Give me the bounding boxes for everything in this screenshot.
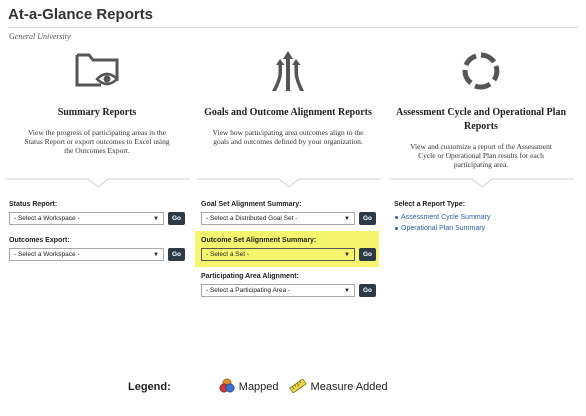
goal-set-label: Goal Set Alignment Summary: (201, 201, 302, 208)
participating-area-label: Participating Area Alignment: (201, 273, 299, 280)
summary-reports-card: Summary Reports View the progress of par… (8, 50, 186, 155)
alignment-reports-card: Goals and Outcome Alignment Reports View… (199, 50, 377, 146)
legend-item-label: Measure Added (310, 381, 388, 393)
status-report-go-button[interactable]: Go (168, 212, 185, 225)
outcome-set-select[interactable]: - Select a Set - ▼ (201, 248, 355, 261)
mapped-icon (219, 378, 235, 396)
participating-area-select[interactable]: - Select a Participating Area - ▼ (201, 284, 355, 297)
outcomes-export-go-button[interactable]: Go (168, 248, 185, 261)
ruler-icon (288, 377, 307, 396)
card-title: Goals and Outcome Alignment Reports (204, 107, 372, 118)
outcomes-export-controls: Outcomes Export: - Select a Workspace - … (9, 237, 185, 261)
legend-label: Legend: (128, 381, 171, 393)
section-divider (197, 178, 381, 190)
outcome-set-go-button[interactable]: Go (359, 248, 376, 261)
select-value: - Select a Participating Area - (206, 287, 291, 294)
legend-item-label: Mapped (238, 381, 279, 393)
status-report-label: Status Report: (9, 201, 58, 208)
legend-item-mapped: Mapped (219, 378, 279, 396)
cycle-icon (392, 50, 570, 92)
operational-plan-summary-link[interactable]: Operational Plan Summary (394, 223, 490, 234)
section-divider (390, 178, 574, 190)
summary-controls: Status Report: - Select a Workspace - ▼ … (9, 201, 185, 225)
legend-item-measure-added: Measure Added (288, 377, 388, 396)
outcomes-export-label: Outcomes Export: (9, 237, 70, 244)
assessment-cycle-summary-link[interactable]: Assessment Cycle Summary (394, 212, 490, 223)
chevron-down-icon: ▼ (153, 215, 159, 222)
card-description: View the progress of participating areas… (24, 128, 170, 155)
legend: Legend: Mapped Measure Added (128, 377, 398, 396)
report-type-label: Select a Report Type: (394, 201, 466, 208)
outcomes-export-select[interactable]: - Select a Workspace - ▼ (9, 248, 164, 261)
status-report-select[interactable]: - Select a Workspace - ▼ (9, 212, 164, 225)
converging-arrows-icon (199, 50, 377, 92)
select-value: - Select a Set - (206, 251, 249, 258)
select-value: - Select a Distributed Goal Set - (206, 215, 298, 222)
page-title: At-a-Glance Reports (8, 6, 154, 23)
report-type-controls: Select a Report Type: Assessment Cycle S… (394, 201, 490, 234)
chevron-down-icon: ▼ (344, 251, 350, 258)
chevron-down-icon: ▼ (344, 287, 350, 294)
card-description: View and customize a report of the Asses… (410, 142, 552, 169)
select-value: - Select a Workspace - (14, 251, 80, 258)
organization-name: General University (9, 32, 71, 41)
participating-area-controls: Participating Area Alignment: - Select a… (201, 273, 376, 297)
card-title: Summary Reports (57, 107, 137, 118)
goal-set-go-button[interactable]: Go (359, 212, 376, 225)
assessment-cycle-card: Assessment Cycle and Operational Plan Re… (392, 50, 570, 169)
participating-area-go-button[interactable]: Go (359, 284, 376, 297)
section-divider (6, 178, 190, 190)
chevron-down-icon: ▼ (153, 251, 159, 258)
chevron-down-icon: ▼ (344, 215, 350, 222)
title-divider (8, 27, 578, 28)
card-description: View how participating area outcomes ali… (212, 128, 364, 146)
select-value: - Select a Workspace - (14, 215, 80, 222)
report-type-list: Assessment Cycle Summary Operational Pla… (394, 212, 490, 234)
folder-eye-icon (8, 50, 186, 92)
outcome-set-controls: Outcome Set Alignment Summary: - Select … (201, 237, 376, 261)
card-title: Assessment Cycle and Operational Plan Re… (396, 107, 566, 132)
goal-set-select[interactable]: - Select a Distributed Goal Set - ▼ (201, 212, 355, 225)
goal-set-controls: Goal Set Alignment Summary: - Select a D… (201, 201, 376, 225)
outcome-set-label: Outcome Set Alignment Summary: (201, 237, 317, 244)
